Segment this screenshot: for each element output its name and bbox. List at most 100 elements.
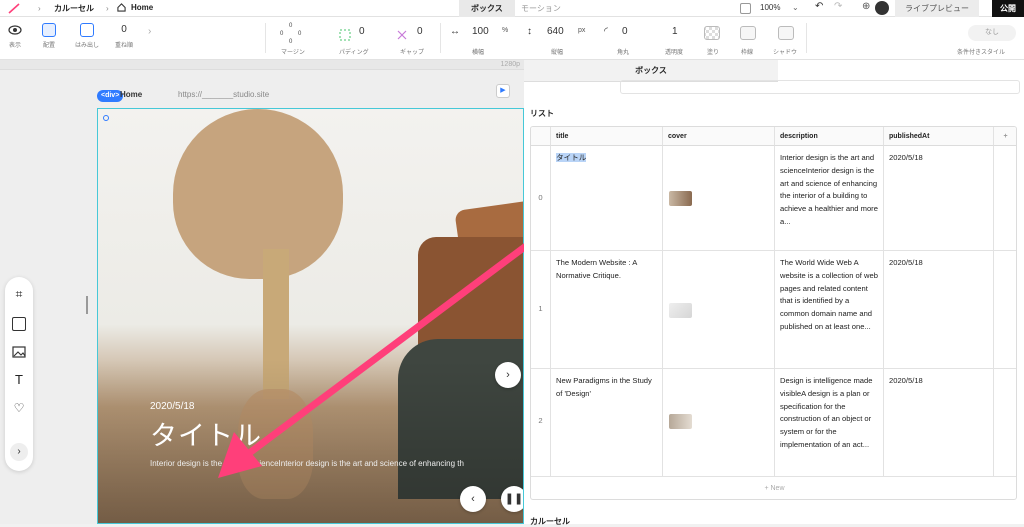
overflow-tool[interactable]: はみ出し (75, 23, 99, 49)
table-cell-cover[interactable] (663, 251, 775, 369)
row-index: 1 (531, 251, 551, 369)
height-unit[interactable]: px (578, 27, 585, 34)
design-canvas[interactable]: 1280p <div> Home https://_______studio.s… (0, 60, 524, 524)
site-nav-home[interactable]: Home (120, 90, 142, 99)
add-member-icon[interactable]: ⊕ (862, 1, 870, 12)
breadcrumb-project[interactable]: カルーセル (54, 3, 94, 14)
add-row-button[interactable]: + New (531, 477, 1016, 499)
panel-tab-box[interactable]: ボックス (524, 60, 778, 82)
height-arrows-icon: ↕ (527, 26, 532, 37)
align-tool[interactable]: 配置 (42, 23, 56, 49)
ruler: 1280p (0, 60, 524, 70)
panel-field[interactable] (620, 80, 1020, 94)
cover-thumbnail[interactable] (669, 303, 692, 318)
margin-control[interactable]: 0 0 0 0 (280, 23, 302, 45)
opacity-value[interactable]: 1 (672, 26, 678, 37)
breadcrumb-separator-icon: › (106, 4, 109, 13)
width-unit[interactable]: % (502, 27, 508, 34)
column-header-cover[interactable]: cover (663, 127, 775, 146)
cover-thumbnail[interactable] (669, 191, 692, 206)
column-header-description[interactable]: description (775, 127, 884, 146)
anchor-handle-icon[interactable] (103, 115, 109, 121)
avatar[interactable] (875, 1, 889, 15)
padding-value[interactable]: 0 (359, 26, 365, 37)
table-cell-description[interactable]: The World Wide Web A website is a collec… (775, 251, 884, 369)
device-icon[interactable] (740, 3, 751, 14)
tab-motion[interactable]: モーション (509, 0, 573, 17)
conditional-style-label: 条件付きスタイル (957, 50, 1006, 56)
table-cell-publishedAt[interactable]: 2020/5/18 (884, 251, 994, 369)
top-bar: › カルーセル › Home ボックス モーション 100% ⌄ ↶ ↷ ⊕ ラ… (0, 0, 1024, 17)
table-cell-empty (994, 369, 1016, 477)
table-cell-title[interactable]: The Modern Website : A Normative Critiqu… (551, 251, 663, 369)
width-label: 横幅 (472, 50, 485, 56)
shadow-label: シャドウ (773, 50, 798, 56)
insert-toolbar: ⌗ T ♡ › (5, 277, 33, 471)
cell-title-text[interactable]: タイトル (556, 153, 587, 162)
table-cell-publishedAt[interactable]: 2020/5/18 (884, 146, 994, 251)
frame-icon[interactable]: ⌗ (12, 287, 26, 301)
eye-icon (8, 25, 22, 35)
text-icon[interactable]: T (12, 373, 26, 387)
cms-panel: ボックス リスト title cover description publish… (524, 60, 1024, 524)
overflow-label: はみ出し (75, 43, 100, 49)
stack-label: 重ね順 (115, 43, 134, 49)
cover-thumbnail[interactable] (669, 414, 692, 429)
annotation-arrow (218, 243, 524, 478)
margin-label: マージン (281, 50, 305, 56)
width-value[interactable]: 100 (472, 26, 489, 37)
column-header-publishedAt[interactable]: publishedAt (884, 127, 994, 146)
height-label: 縦幅 (551, 50, 564, 56)
tab-box[interactable]: ボックス (459, 0, 515, 17)
stack-value[interactable]: 0 (115, 23, 133, 37)
stack-order-tool[interactable]: 0 重ね順 (115, 23, 133, 49)
publish-button[interactable]: 公開 (992, 0, 1024, 17)
preview-play-icon[interactable]: ▶ (496, 84, 510, 98)
undo-icon[interactable]: ↶ (815, 1, 823, 12)
column-header-title[interactable]: title (551, 127, 663, 146)
studio-logo-icon[interactable] (8, 3, 20, 14)
shadow-button[interactable] (778, 26, 794, 40)
site-url: https://_______studio.site (178, 90, 270, 99)
height-value[interactable]: 640 (547, 26, 564, 37)
opacity-label: 透明度 (665, 50, 684, 56)
property-toolbar: 表示 配置 はみ出し 0 重ね順 › 0 0 0 0 マージン 0 パディング … (0, 17, 1024, 60)
redo-icon[interactable]: ↷ (834, 1, 842, 12)
table-cell-cover[interactable] (663, 369, 775, 477)
fill-label: 塗り (707, 50, 720, 56)
border-button[interactable] (740, 26, 756, 40)
table-cell-publishedAt[interactable]: 2020/5/18 (884, 369, 994, 477)
expand-tools-icon[interactable]: › (10, 443, 28, 461)
zoom-level[interactable]: 100% (760, 3, 780, 12)
divider (265, 23, 266, 53)
add-column-button[interactable]: + (994, 127, 1016, 146)
row-index: 0 (531, 146, 551, 251)
table-cell-title[interactable]: タイトル (551, 146, 663, 251)
table-cell-title[interactable]: New Paradigms in the Study of 'Design' (551, 369, 663, 477)
radius-icon: ◜ (604, 26, 608, 37)
expand-chevron-icon[interactable]: › (148, 26, 151, 37)
slide-date: 2020/5/18 (150, 401, 195, 412)
gap-value[interactable]: 0 (417, 26, 423, 37)
box-icon[interactable] (12, 317, 26, 331)
resize-handle[interactable] (86, 296, 88, 314)
breadcrumb-page[interactable]: Home (131, 3, 153, 12)
list-heading: リスト (530, 109, 554, 118)
display-tool[interactable]: 表示 (8, 23, 22, 49)
conditional-style-select[interactable]: なし (968, 25, 1016, 41)
image-icon[interactable] (12, 345, 26, 359)
table-cell-empty (994, 146, 1016, 251)
live-preview-button[interactable]: ライブプレビュー (895, 0, 979, 17)
width-arrows-icon: ↔ (450, 26, 460, 37)
border-label: 枠線 (741, 50, 754, 56)
zoom-dropdown-icon[interactable]: ⌄ (792, 3, 799, 12)
table-cell-description[interactable]: Design is intelligence made visibleA des… (775, 369, 884, 477)
table-cell-cover[interactable] (663, 146, 775, 251)
overflow-icon (80, 23, 94, 37)
fill-swatch[interactable] (704, 26, 720, 40)
collection-table: title cover description publishedAt + 0 … (530, 126, 1017, 500)
heart-icon[interactable]: ♡ (12, 401, 26, 415)
radius-value[interactable]: 0 (622, 26, 628, 37)
table-cell-description[interactable]: Interior design is the art and scienceIn… (775, 146, 884, 251)
table-cell-empty (994, 251, 1016, 369)
